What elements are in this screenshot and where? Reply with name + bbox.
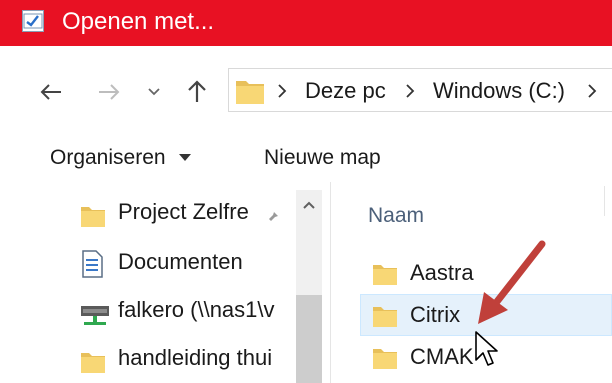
nav-item-label: falkero (\\nas1\v — [118, 297, 275, 322]
organize-label: Organiseren — [50, 146, 166, 169]
scrollbar-thumb[interactable] — [296, 295, 322, 383]
annotation-arrow — [478, 240, 546, 324]
document-icon — [82, 250, 103, 278]
folder-icon — [373, 307, 397, 327]
new-folder-button[interactable]: Nieuwe map — [264, 144, 381, 172]
nav-item-label: Project Zelfre — [118, 199, 249, 224]
breadcrumb-windows-c[interactable]: Windows (C:) — [433, 77, 565, 105]
recent-locations-button[interactable] — [140, 72, 168, 112]
nav-item-label: handleiding thui — [118, 345, 273, 370]
nav-item-documenten[interactable]: Documenten — [0, 240, 296, 284]
network-drive-icon — [81, 306, 109, 325]
nav-item-network-drive[interactable]: falkero (\\nas1\v — [0, 288, 296, 332]
chevron-up-icon — [303, 201, 315, 209]
arrow-left-icon — [40, 84, 61, 100]
forward-button[interactable] — [92, 72, 126, 112]
folder-icon — [81, 207, 105, 227]
up-button[interactable] — [180, 72, 214, 112]
organize-button[interactable]: Organiseren — [50, 144, 192, 172]
file-item-label: Citrix — [410, 302, 461, 327]
folder-icon — [236, 81, 264, 104]
arrow-right-icon — [99, 84, 120, 100]
folder-icon — [373, 265, 397, 285]
back-button[interactable] — [34, 72, 68, 112]
chevron-down-icon — [148, 88, 160, 96]
folder-icon — [373, 349, 397, 369]
title-bar: Openen met... — [0, 0, 612, 46]
nav-scrollbar[interactable] — [296, 190, 322, 383]
chevron-right-icon — [278, 84, 287, 98]
column-divider — [604, 186, 605, 216]
mouse-cursor-icon — [475, 331, 498, 366]
window-title: Openen met... — [62, 8, 215, 35]
arrow-up-icon — [188, 80, 206, 102]
navigation-pane: Project Zelfre Documenten falkero (\\nas… — [0, 182, 322, 383]
pane-divider — [330, 182, 331, 383]
nav-item-handleiding[interactable]: handleiding thui — [0, 336, 296, 380]
nav-item-label: Documenten — [118, 249, 243, 274]
chevron-right-icon — [588, 84, 597, 98]
pin-icon — [269, 210, 278, 221]
file-item-label: Aastra — [410, 260, 474, 285]
chevron-right-icon — [406, 84, 415, 98]
file-item-label: CMAK — [410, 344, 474, 369]
caret-down-icon — [179, 154, 192, 162]
breadcrumb-deze-pc[interactable]: Deze pc — [305, 77, 386, 105]
column-header-name[interactable]: Naam — [368, 202, 424, 230]
address-bar[interactable]: Deze pc Windows (C:) — [228, 68, 612, 112]
nav-item-project-zelfre[interactable]: Project Zelfre — [0, 190, 296, 234]
app-icon — [22, 10, 44, 32]
folder-icon — [81, 353, 105, 373]
